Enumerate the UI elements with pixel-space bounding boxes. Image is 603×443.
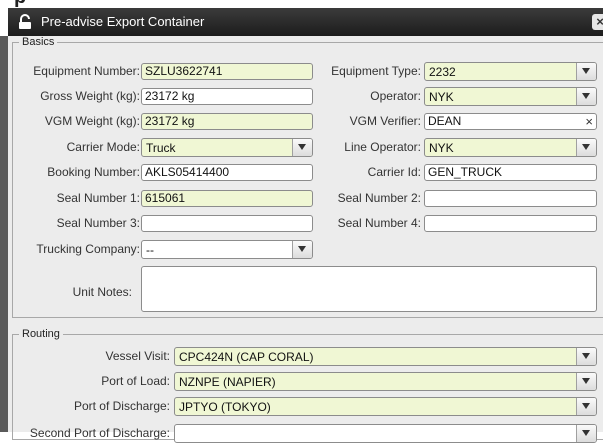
operator-select[interactable]: NYK <box>424 87 597 106</box>
chevron-down-icon[interactable] <box>292 241 312 258</box>
booking-number-label: Booking Number: <box>47 165 140 179</box>
unit-notes-field[interactable] <box>141 266 597 312</box>
window-title: Pre-advise Export Container <box>41 14 205 29</box>
equipment-type-label: Equipment Type: <box>331 64 421 78</box>
carrier-mode-value: Truck <box>146 141 176 155</box>
port-of-discharge-value: JPTYO (TOKYO) <box>179 400 271 414</box>
port-of-discharge-label: Port of Discharge: <box>73 399 170 413</box>
clear-icon[interactable]: × <box>585 114 593 129</box>
trucking-company-label: Trucking Company: <box>36 242 140 256</box>
port-of-load-label: Port of Load: <box>101 374 170 388</box>
background-window-text: p <box>14 0 26 8</box>
seal-number-4-field[interactable] <box>424 215 597 232</box>
booking-number-field[interactable]: AKLS05414400 <box>141 164 313 181</box>
equipment-type-select[interactable]: 2232 <box>424 62 597 81</box>
background-window: p <box>0 0 603 8</box>
line-operator-select[interactable]: NYK <box>424 138 597 157</box>
lock-icon <box>19 14 31 29</box>
line-operator-value: NYK <box>429 141 454 155</box>
seal-number-1-field[interactable]: 615061 <box>141 190 313 207</box>
routing-legend: Routing <box>22 328 60 340</box>
gross-weight-label: Gross Weight (kg): <box>40 89 140 103</box>
chevron-down-icon[interactable] <box>576 425 596 442</box>
equipment-type-value: 2232 <box>429 65 456 79</box>
vgm-verifier-value: DEAN <box>428 114 462 128</box>
title-bar[interactable]: Pre-advise Export Container × <box>8 8 603 36</box>
operator-label: Operator: <box>370 89 421 103</box>
chevron-down-icon[interactable] <box>576 88 596 105</box>
dialog-body: Basics Equipment Number: SZLU3622741 Equ… <box>8 36 603 443</box>
trucking-company-value: -- <box>146 243 154 257</box>
second-port-of-discharge-label: Second Port of Discharge: <box>29 426 170 440</box>
trucking-company-select[interactable]: -- <box>141 240 313 259</box>
chevron-down-icon[interactable] <box>576 398 596 415</box>
carrier-mode-select[interactable]: Truck <box>141 138 313 157</box>
port-of-discharge-select[interactable]: JPTYO (TOKYO) <box>174 397 597 416</box>
chevron-down-icon[interactable] <box>576 373 596 390</box>
carrier-id-field[interactable]: GEN_TRUCK <box>424 164 597 181</box>
second-port-of-discharge-select[interactable] <box>174 424 597 443</box>
chevron-down-icon[interactable] <box>576 348 596 365</box>
equipment-number-field[interactable]: SZLU3622741 <box>141 63 313 80</box>
operator-value: NYK <box>429 90 454 104</box>
seal-number-2-field[interactable] <box>424 190 597 207</box>
vessel-visit-select[interactable]: CPC424N (CAP CORAL) <box>174 347 597 366</box>
port-of-load-select[interactable]: NZNPE (NAPIER) <box>174 372 597 391</box>
unit-notes-label: Unit Notes: <box>72 285 132 299</box>
vgm-verifier-label: VGM Verifier: <box>349 114 421 128</box>
left-edge <box>0 36 8 432</box>
port-of-load-value: NZNPE (NAPIER) <box>179 375 276 389</box>
carrier-id-label: Carrier Id: <box>367 165 421 179</box>
equipment-number-label: Equipment Number: <box>33 64 140 78</box>
seal-number-4-label: Seal Number 4: <box>337 216 421 230</box>
carrier-mode-label: Carrier Mode: <box>66 140 140 154</box>
seal-number-1-label: Seal Number 1: <box>56 191 140 205</box>
vgm-weight-field[interactable]: 23172 kg <box>141 113 313 130</box>
vgm-verifier-field[interactable]: DEAN × <box>424 113 597 130</box>
chevron-down-icon[interactable] <box>576 63 596 80</box>
chevron-down-icon[interactable] <box>576 139 596 156</box>
seal-number-2-label: Seal Number 2: <box>337 191 421 205</box>
seal-number-3-label: Seal Number 3: <box>56 216 140 230</box>
seal-number-3-field[interactable] <box>141 215 313 232</box>
close-icon[interactable]: × <box>592 14 603 30</box>
gross-weight-field[interactable]: 23172 kg <box>141 88 313 105</box>
basics-legend: Basics <box>22 36 55 48</box>
vgm-weight-label: VGM Weight (kg): <box>44 114 140 128</box>
line-operator-label: Line Operator: <box>344 140 421 154</box>
vessel-visit-label: Vessel Visit: <box>105 349 170 363</box>
vessel-visit-value: CPC424N (CAP CORAL) <box>179 350 314 364</box>
